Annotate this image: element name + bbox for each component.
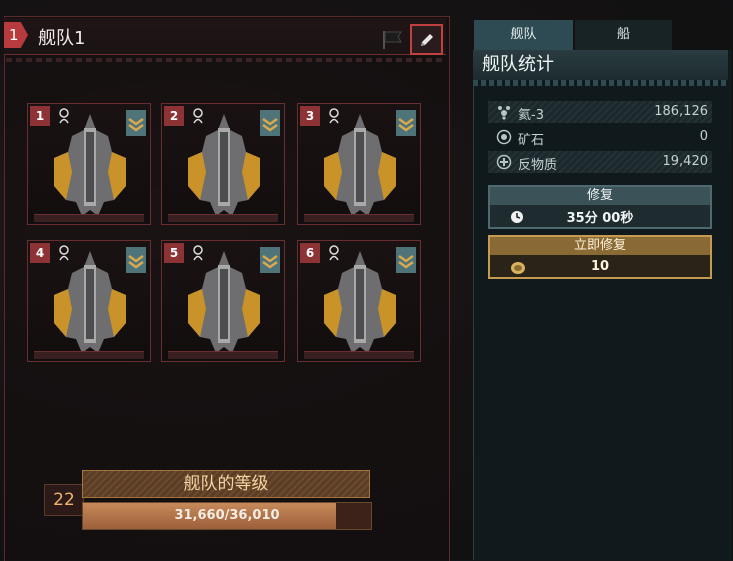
slot-base [168,214,278,222]
ship-image [54,114,126,216]
edit-name-button[interactable] [410,24,443,55]
slot-number: 3 [300,106,320,126]
slot-base [168,351,278,359]
fleet-level: 22 舰队的等级 31,660/36,010 [30,468,380,538]
resource-value: 19,420 [662,154,709,169]
slot-base [304,214,414,222]
ship-image [54,251,126,353]
stats-title: 舰队统计 [473,50,728,80]
resource-value: 0 [699,129,708,144]
resource-row: 矿石 0 [488,126,712,148]
fleet-title: 舰队1 [38,28,86,49]
level-progress-bar: 31,660/36,010 [82,502,372,530]
slot-base [304,351,414,359]
repair-time: 35分 00秒 [566,211,634,226]
antimatter-icon [496,154,512,170]
flag-icon[interactable] [381,30,403,50]
repair-button[interactable]: 修复 35分 00秒 [488,185,712,229]
ship-slot[interactable]: 3 [297,103,421,225]
slot-base [34,214,144,222]
header-divider [6,58,444,62]
resource-value: 186,126 [654,104,708,119]
resource-row: 氦-3 186,126 [488,101,712,123]
ship-slot[interactable]: 6 [297,240,421,362]
resource-row: 反物质 19,420 [488,151,712,173]
instant-repair-button[interactable]: 立即修复 10 [488,235,712,279]
ship-slot[interactable]: 5 [161,240,285,362]
ship-image [188,114,260,216]
helium-icon [498,106,510,120]
level-progress-text: 31,660/36,010 [174,508,280,523]
level-title: 舰队的等级 [82,470,370,498]
resource-label: 氦-3 [518,108,544,123]
stats-divider [473,80,728,86]
ship-slot[interactable]: 2 [161,103,285,225]
instant-repair-label: 立即修复 [490,237,710,255]
instant-repair-cost: 10 [590,259,610,274]
slot-number: 2 [164,106,184,126]
ore-icon [496,129,512,145]
slot-number: 4 [30,243,50,263]
pencil-icon [420,33,433,46]
tab-ship[interactable]: 船 [575,20,672,50]
ship-slot[interactable]: 1 [27,103,151,225]
resource-label: 反物质 [518,158,558,173]
ship-image [324,114,396,216]
ship-image [188,251,260,353]
slot-base [34,351,144,359]
slot-number: 6 [300,243,320,263]
ship-image [324,251,396,353]
ship-slot[interactable]: 4 [27,240,151,362]
resource-label: 矿石 [518,133,545,148]
level-value: 22 [44,484,84,516]
repair-label: 修复 [490,187,710,205]
tab-fleet[interactable]: 舰队 [474,20,573,50]
slot-number: 5 [164,243,184,263]
slot-number: 1 [30,106,50,126]
